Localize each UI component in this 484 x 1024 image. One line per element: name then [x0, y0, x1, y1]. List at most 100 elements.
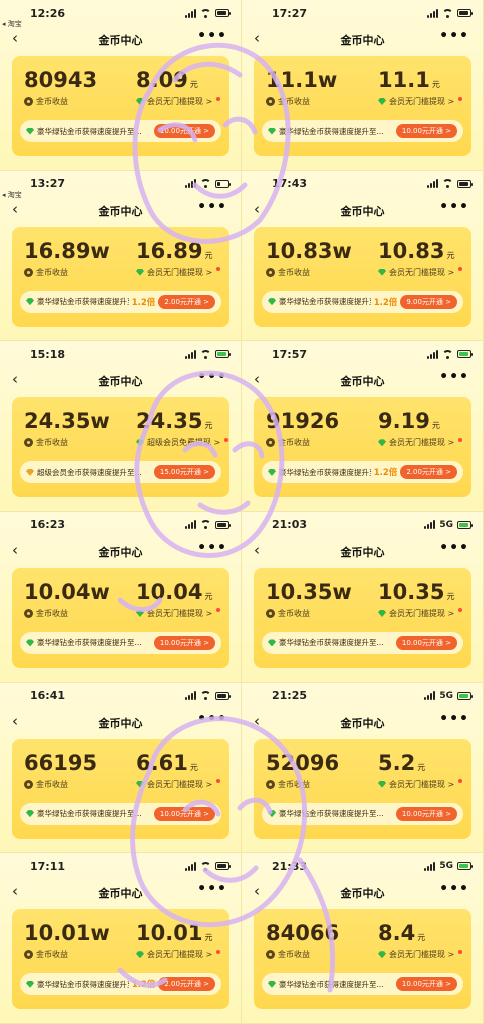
nav-bar: ‹ 金币中心 •••: [0, 711, 241, 735]
coin-label-text: 金币收益: [36, 779, 68, 789]
withdraw-link[interactable]: 会员无门槛提现 >: [136, 96, 221, 107]
more-icon[interactable]: •••: [439, 28, 469, 44]
green-diamond-icon: [378, 98, 386, 105]
back-arrow-icon[interactable]: ‹: [254, 541, 260, 559]
more-icon[interactable]: •••: [197, 711, 227, 727]
coin-label: 金币收益: [24, 608, 68, 619]
withdraw-link[interactable]: 超级会员免费提现 >: [136, 437, 229, 448]
back-arrow-icon[interactable]: ‹: [12, 200, 18, 218]
green-diamond-icon: [378, 268, 386, 276]
vip-upgrade-bar[interactable]: 豪华绿钻金币获得速度提升至... 10.00元开通 >: [262, 973, 463, 996]
vip-upgrade-bar[interactable]: 豪华绿钻金币获得速度提升至... 10.00元开通 >: [20, 120, 221, 142]
coin-label: 金币收益: [24, 96, 68, 107]
more-icon[interactable]: •••: [439, 881, 469, 897]
open-vip-button[interactable]: 10.00元开通 >: [153, 635, 215, 650]
green-diamond-icon: [136, 951, 144, 959]
more-icon[interactable]: •••: [439, 369, 469, 385]
vip-upgrade-bar[interactable]: 豪华绿钻金币获得速度提升至 1.2倍 9.00元开通 >: [262, 290, 463, 313]
nav-bar: ‹ 金币中心 •••: [0, 199, 241, 223]
open-vip-button[interactable]: 2.00元开通 >: [158, 977, 215, 992]
green-diamond-icon: [136, 609, 144, 617]
status-time: 15:18: [30, 347, 66, 361]
coin-amount: 80943: [24, 68, 98, 92]
status-left: 21:25: [272, 689, 307, 702]
status-right: 5G: [424, 861, 473, 871]
more-icon[interactable]: •••: [197, 540, 227, 556]
open-vip-button[interactable]: 2.00元开通 >: [400, 465, 457, 480]
more-icon[interactable]: •••: [439, 199, 469, 215]
vip-upgrade-bar[interactable]: 豪华绿钻金币获得速度提升至... 10.00元开通 >: [20, 631, 221, 654]
withdraw-link[interactable]: 会员无门槛提现 >: [378, 437, 463, 448]
red-dot-badge: [458, 267, 463, 272]
vip-upgrade-bar[interactable]: 豪华绿钻金币获得速度提升至 1.2倍 2.00元开通 >: [20, 973, 221, 996]
cash-unit: 元: [204, 250, 213, 260]
back-arrow-icon[interactable]: ‹: [12, 712, 18, 730]
withdraw-link[interactable]: 会员无门槛提现 >: [378, 949, 463, 960]
upgrade-text: 豪华绿钻金币获得速度提升至...: [37, 638, 142, 648]
battery-icon: [457, 520, 473, 529]
cash-unit: 元: [189, 762, 198, 772]
withdraw-link[interactable]: 会员无门槛提现 >: [136, 949, 221, 960]
green-diamond-icon: [136, 98, 144, 105]
green-diamond-icon: [268, 980, 276, 988]
vip-upgrade-bar[interactable]: 超级会员金币获得速度提升至... 15.00元开通 >: [20, 461, 221, 484]
open-vip-button[interactable]: 15.00元开通 >: [153, 465, 215, 480]
back-arrow-icon[interactable]: ‹: [254, 370, 260, 388]
back-arrow-icon[interactable]: ‹: [12, 882, 18, 900]
withdraw-link[interactable]: 会员无门槛提现 >: [378, 779, 463, 790]
open-vip-button[interactable]: 9.00元开通 >: [400, 294, 457, 309]
cash-value: 5.2: [378, 750, 416, 775]
status-time: 21:03: [272, 518, 308, 532]
back-arrow-icon[interactable]: ‹: [12, 541, 18, 559]
more-icon[interactable]: •••: [197, 881, 227, 897]
status-bar: 16:41: [0, 683, 241, 709]
more-icon[interactable]: •••: [197, 199, 227, 215]
withdraw-link[interactable]: 会员无门槛提现 >: [136, 267, 221, 278]
wifi-icon: [200, 8, 211, 18]
open-vip-button[interactable]: 10.00元开通 >: [395, 806, 457, 821]
vip-upgrade-bar[interactable]: 豪华绿钻金币获得速度提升至 1.2倍 2.00元开通 >: [20, 290, 221, 313]
back-arrow-icon[interactable]: ‹: [254, 200, 260, 218]
withdraw-link[interactable]: 会员无门槛提现 >: [136, 608, 221, 619]
cash-value: 10.04: [136, 579, 203, 604]
open-vip-button[interactable]: 10.00元开通 >: [153, 806, 215, 821]
open-vip-button[interactable]: 2.00元开通 >: [158, 294, 215, 309]
open-vip-button[interactable]: 10.00元开通 >: [395, 977, 457, 992]
vip-upgrade-bar[interactable]: 豪华绿钻金币获得速度提升至... 10.00元开通 >: [262, 802, 463, 825]
status-bar: 17:27: [242, 0, 483, 26]
back-arrow-icon[interactable]: ‹: [254, 882, 260, 900]
vip-upgrade-bar[interactable]: 豪华绿钻金币获得速度提升至 1.2倍 2.00元开通 >: [262, 461, 463, 484]
more-icon[interactable]: •••: [197, 28, 227, 44]
vip-upgrade-bar[interactable]: 豪华绿钻金币获得速度提升至... 10.00元开通 >: [262, 120, 463, 142]
status-time: 21:33: [272, 859, 308, 873]
withdraw-link-text: 会员无门槛提现 >: [147, 950, 213, 960]
withdraw-link[interactable]: 会员无门槛提现 >: [378, 267, 463, 278]
more-icon[interactable]: •••: [439, 711, 469, 727]
cash-value: 9.19: [378, 409, 430, 434]
vip-upgrade-bar[interactable]: 豪华绿钻金币获得速度提升至... 10.00元开通 >: [20, 802, 221, 825]
open-vip-button[interactable]: 10.00元开通 >: [153, 124, 215, 138]
open-vip-button[interactable]: 10.00元开通 >: [395, 124, 457, 138]
signal-icon: [424, 691, 436, 701]
speed-multiplier: 1.2倍: [131, 297, 156, 308]
back-arrow-icon[interactable]: ‹: [12, 29, 18, 47]
coin-earnings-card: 10.01w 金币收益 10.01 元会员无门槛提现 > 豪华绿钻金币获得速度提升至 1.…: [12, 909, 229, 1010]
withdraw-link[interactable]: 会员无门槛提现 >: [378, 608, 463, 619]
wifi-icon: [200, 520, 211, 530]
status-right: [185, 179, 231, 189]
cash-amount: 24.35 元: [136, 409, 212, 433]
withdraw-link[interactable]: 会员无门槛提现 >: [378, 96, 463, 107]
screenshot-panel: 16:23 ‹ 金币中心 ••• 10.04w 金币收益 10.04 元会员无门槛提现 > 豪华…: [0, 511, 242, 683]
green-diamond-icon: [268, 298, 276, 306]
coin-label: 金币收益: [24, 949, 68, 960]
more-icon[interactable]: •••: [197, 369, 227, 385]
vip-upgrade-bar[interactable]: 豪华绿钻金币获得速度提升至... 10.00元开通 >: [262, 631, 463, 654]
open-vip-button[interactable]: 10.00元开通 >: [395, 635, 457, 650]
back-arrow-icon[interactable]: ‹: [254, 712, 260, 730]
back-arrow-icon[interactable]: ‹: [254, 29, 260, 47]
back-arrow-icon[interactable]: ‹: [12, 370, 18, 388]
status-right: 5G: [424, 520, 473, 530]
coin-label: 金币收益: [266, 267, 310, 278]
withdraw-link[interactable]: 会员无门槛提现 >: [136, 779, 221, 790]
more-icon[interactable]: •••: [439, 540, 469, 556]
